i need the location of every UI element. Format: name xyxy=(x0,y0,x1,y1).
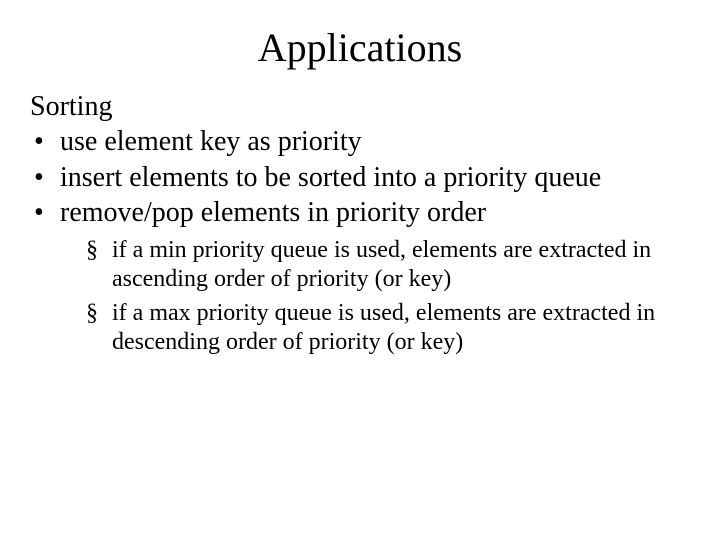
list-item: if a max priority queue is used, element… xyxy=(86,299,680,357)
list-item: use element key as priority xyxy=(30,125,690,159)
bullet-list: use element key as priority insert eleme… xyxy=(30,125,690,230)
sub-bullet-list: if a min priority queue is used, element… xyxy=(30,236,690,357)
list-item: remove/pop elements in priority order xyxy=(30,196,690,230)
list-item: if a min priority queue is used, element… xyxy=(86,236,680,294)
slide-title: Applications xyxy=(0,0,720,91)
slide: Applications Sorting use element key as … xyxy=(0,0,720,540)
list-item: insert elements to be sorted into a prio… xyxy=(30,161,690,195)
slide-body: Sorting use element key as priority inse… xyxy=(0,91,720,357)
section-heading: Sorting xyxy=(30,91,690,123)
